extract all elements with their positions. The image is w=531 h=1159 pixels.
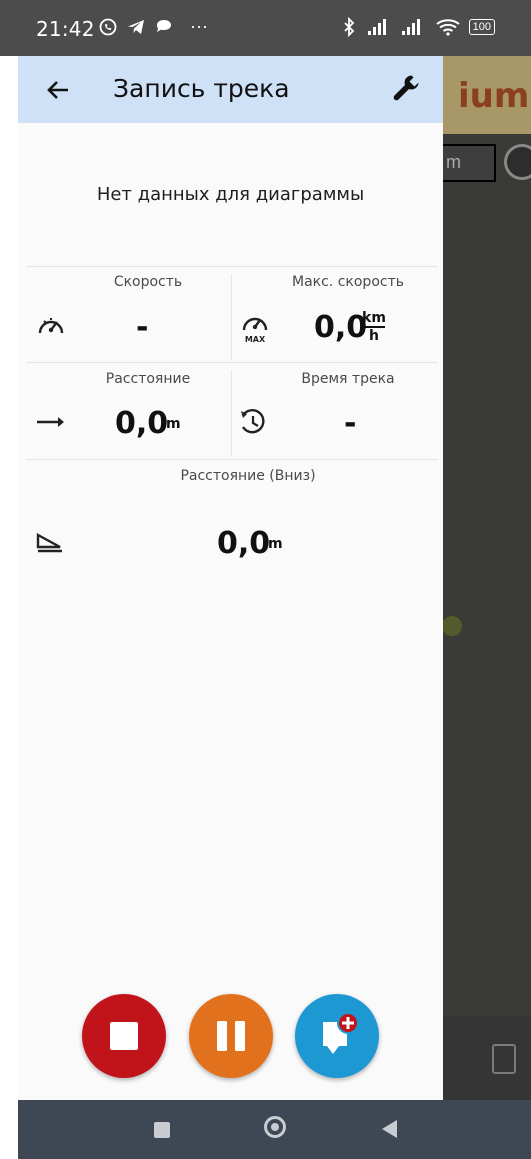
status-more: ···	[190, 16, 208, 36]
chat-bubble-icon	[157, 19, 171, 32]
wrench-icon[interactable]	[391, 72, 423, 104]
stop-icon	[110, 1022, 138, 1050]
descent-value: 0,0	[217, 526, 271, 561]
map-marker-icon	[442, 616, 462, 636]
descent-slope-icon	[36, 533, 62, 553]
recent-apps-icon[interactable]	[154, 1122, 170, 1138]
arrow-left-icon[interactable]	[44, 76, 72, 104]
home-icon[interactable]	[264, 1116, 286, 1138]
bluetooth-icon	[344, 17, 354, 37]
left-edge	[0, 56, 18, 1159]
map-field-text: m	[446, 152, 461, 172]
descent-unit: m	[268, 536, 283, 552]
status-time: 21:42	[36, 17, 95, 41]
track-recording-panel: Запись трека Нет данных для диаграммы Ск…	[18, 56, 443, 1100]
telegram-icon	[128, 19, 144, 34]
descent-label: Расстояние (Вниз)	[180, 468, 316, 484]
speed-label: Скорость	[113, 274, 183, 290]
divider	[26, 362, 438, 363]
max-speed-value: 0,0	[314, 310, 368, 345]
distance-value: 0,0	[115, 406, 169, 441]
status-bar: 21:42 ··· 100	[0, 0, 531, 56]
pause-icon-bar	[235, 1021, 245, 1051]
background-map: ium! m	[440, 56, 531, 1100]
map-bottom-bar	[440, 1016, 531, 1100]
max-badge: MAX	[245, 335, 266, 344]
speed-value: -	[136, 310, 149, 345]
back-nav-icon[interactable]	[382, 1120, 397, 1138]
track-time-label: Время трека	[301, 371, 395, 387]
distance-unit: m	[166, 416, 181, 432]
max-speed-label: Макс. скорость	[292, 274, 404, 290]
arrow-right-icon	[37, 417, 64, 427]
battery-icon: 100	[468, 19, 495, 35]
add-note-icon	[323, 1012, 359, 1054]
status-right-icons: 100	[339, 17, 495, 37]
unit-h: h	[369, 327, 379, 344]
divider	[26, 459, 438, 460]
page-title: Запись трека	[113, 74, 290, 103]
max-speed-unit: km h	[362, 310, 386, 344]
signal-2-icon	[401, 19, 420, 35]
map-layers-icon	[492, 1044, 516, 1074]
map-search-field: m	[440, 144, 496, 182]
map-banner-text: ium!	[458, 76, 531, 116]
map-control-icon	[504, 144, 531, 180]
system-nav-bar	[18, 1100, 531, 1159]
stop-button[interactable]	[82, 994, 166, 1078]
max-speedometer-icon: MAX	[242, 317, 268, 344]
pause-button[interactable]	[189, 994, 273, 1078]
map-banner: ium!	[440, 56, 531, 134]
app-bar: Запись трека	[18, 56, 443, 123]
divider	[26, 266, 438, 267]
divider	[231, 274, 232, 360]
speedometer-icon	[38, 318, 64, 334]
chart-empty-message: Нет данных для диаграммы	[96, 184, 365, 205]
timer-icon	[241, 409, 265, 434]
whatsapp-icon	[99, 18, 117, 35]
signal-icon	[367, 19, 386, 35]
distance-label: Расстояние	[105, 371, 191, 387]
unit-km: km	[362, 310, 386, 326]
wifi-icon	[436, 19, 460, 36]
track-time-value: -	[344, 406, 357, 441]
pause-icon	[217, 1021, 227, 1051]
status-left-icons: ···	[98, 16, 208, 37]
divider	[231, 370, 232, 456]
add-note-button[interactable]	[295, 994, 379, 1078]
